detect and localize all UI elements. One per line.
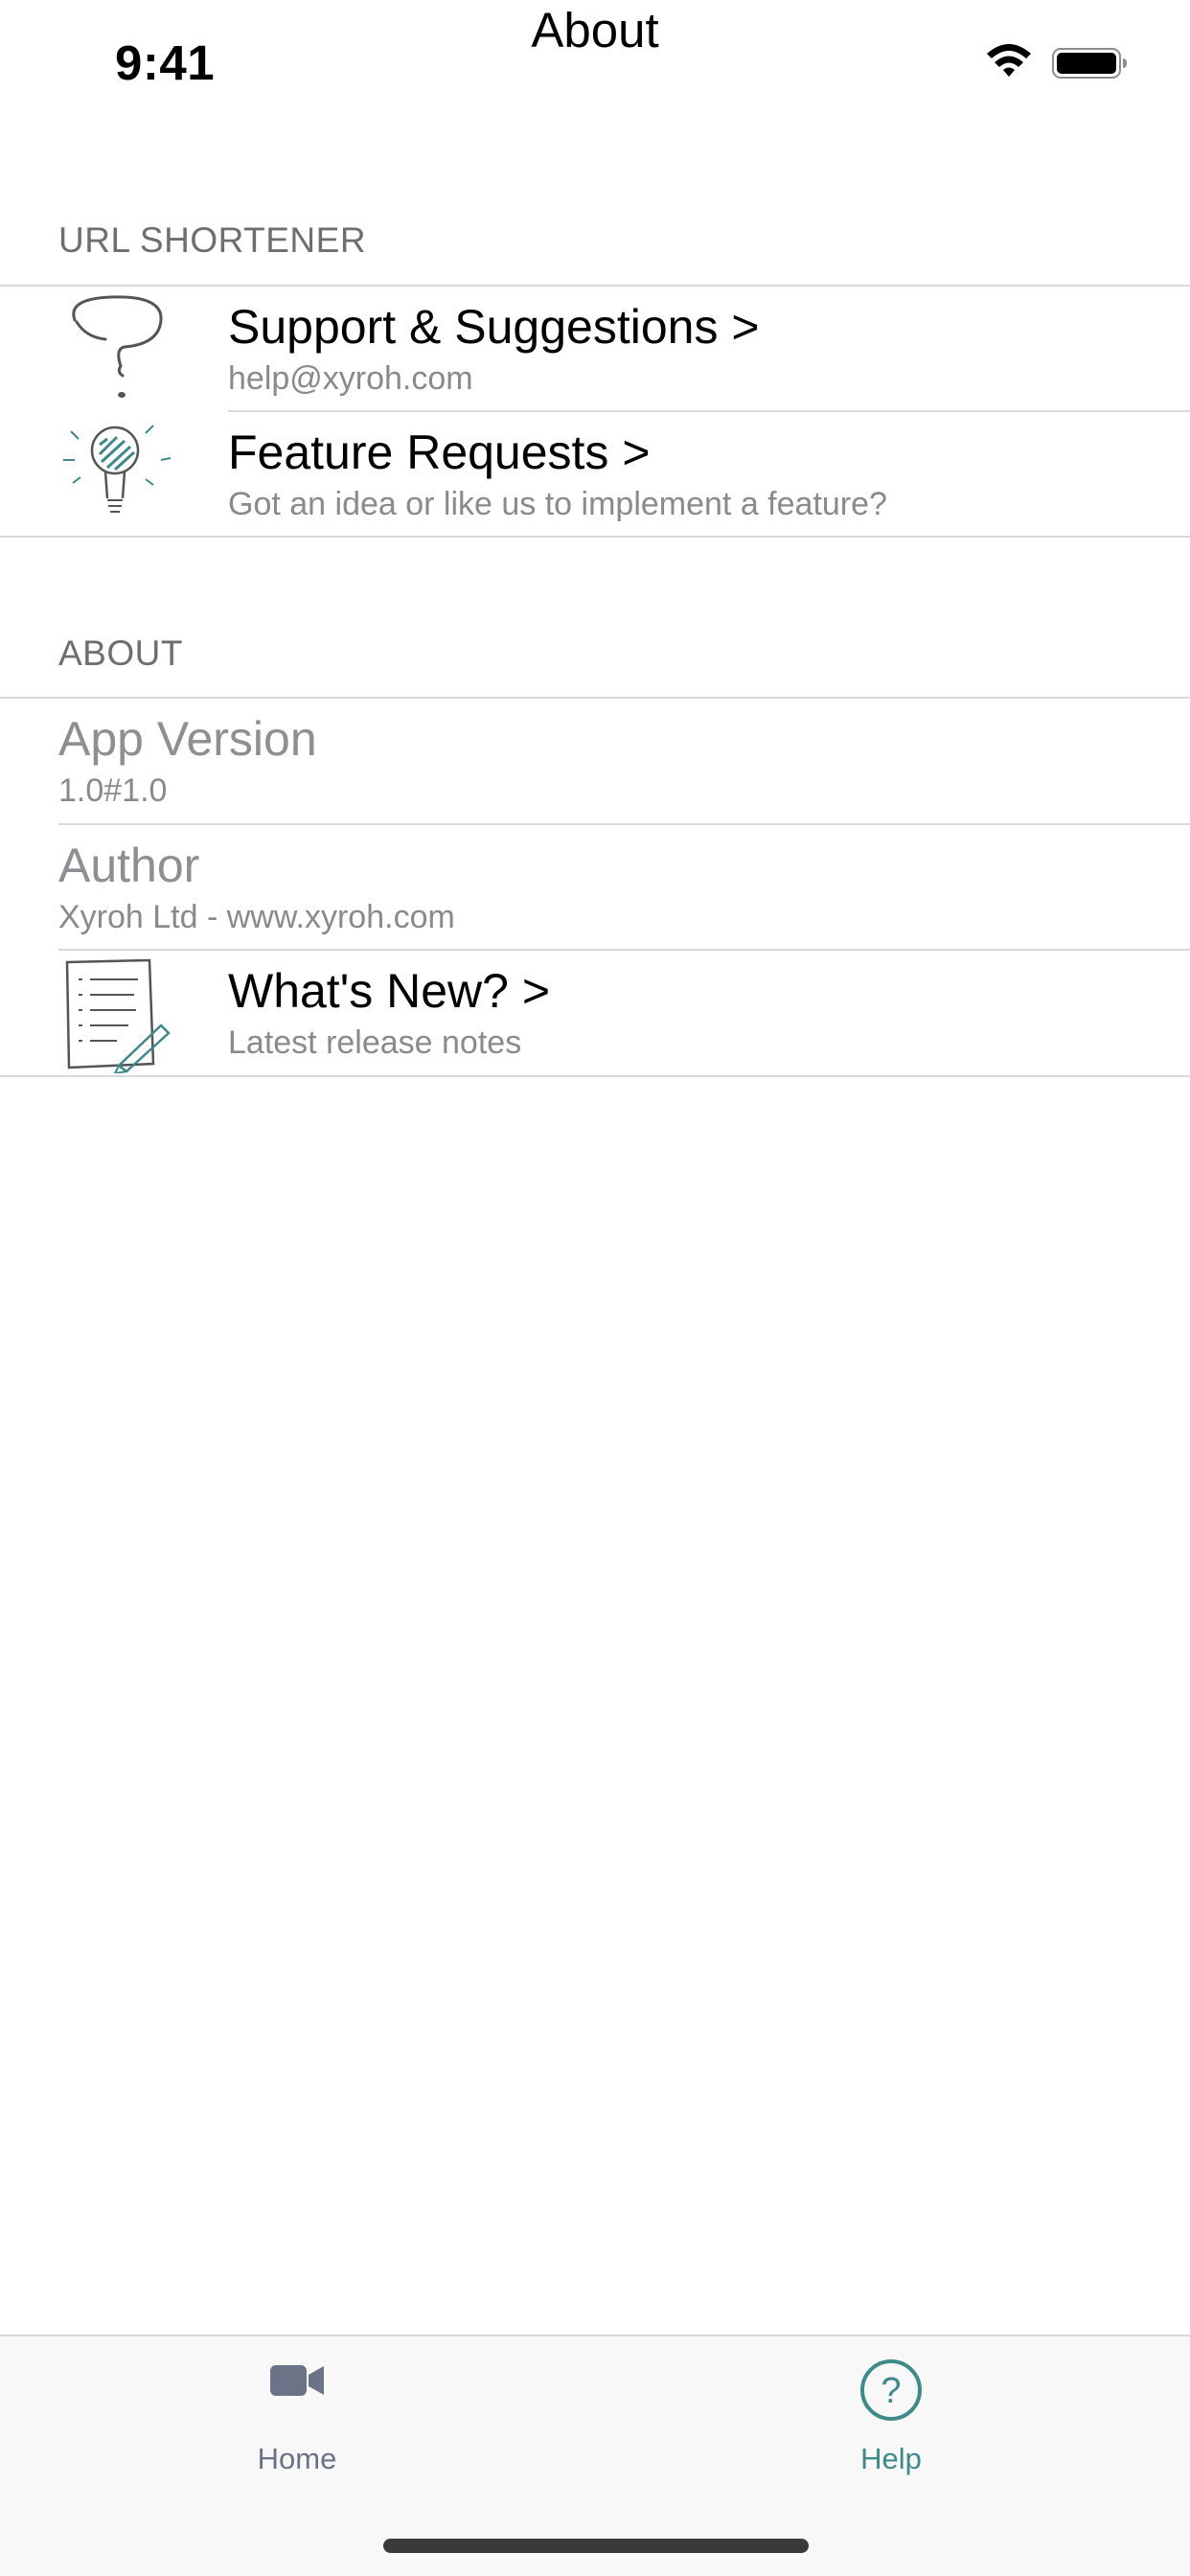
row-subtitle: Latest release notes xyxy=(228,1024,522,1061)
tab-bar: Home ? Help xyxy=(0,2334,1190,2576)
lightbulb-sketch-icon xyxy=(63,425,172,513)
row-title: What's New? > xyxy=(228,964,551,1018)
row-subtitle: Got an idea or like us to implement a fe… xyxy=(228,486,887,522)
tab-label: Home xyxy=(257,2442,337,2475)
app-version-row: App Version 1.0#1.0 xyxy=(0,699,1190,823)
help-circle-icon: ? xyxy=(860,2359,922,2421)
page-title: About xyxy=(531,3,659,58)
section-bottom-divider xyxy=(0,536,1190,538)
feature-requests-row[interactable]: Feature Requests > Got an idea or like u… xyxy=(0,412,1190,537)
svg-text:?: ? xyxy=(881,2371,901,2411)
row-title: App Version xyxy=(58,712,317,766)
question-mark-sketch-icon xyxy=(72,295,163,398)
row-title: Author xyxy=(58,839,200,892)
notes-sketch-icon xyxy=(65,958,171,1073)
support-suggestions-row[interactable]: Support & Suggestions > help@xyroh.com xyxy=(0,287,1190,411)
section-bottom-divider xyxy=(0,1075,1190,1077)
row-title: Feature Requests > xyxy=(228,426,651,479)
home-indicator[interactable] xyxy=(383,2539,809,2553)
author-row: Author Xyroh Ltd - www.xyroh.com xyxy=(0,825,1190,950)
row-subtitle: 1.0#1.0 xyxy=(58,772,168,809)
section-header-url-shortener: URL SHORTENER xyxy=(58,220,367,260)
whats-new-row[interactable]: What's New? > Latest release notes xyxy=(0,951,1190,1075)
tab-home[interactable]: Home xyxy=(153,2336,441,2490)
video-camera-icon xyxy=(270,2365,324,2396)
section-header-about: ABOUT xyxy=(58,633,183,673)
tab-help[interactable]: ? Help xyxy=(747,2336,1035,2490)
row-subtitle: help@xyroh.com xyxy=(228,360,473,397)
row-title: Support & Suggestions > xyxy=(228,300,760,354)
tab-label: Help xyxy=(860,2442,922,2475)
row-subtitle: Xyroh Ltd - www.xyroh.com xyxy=(58,899,455,935)
